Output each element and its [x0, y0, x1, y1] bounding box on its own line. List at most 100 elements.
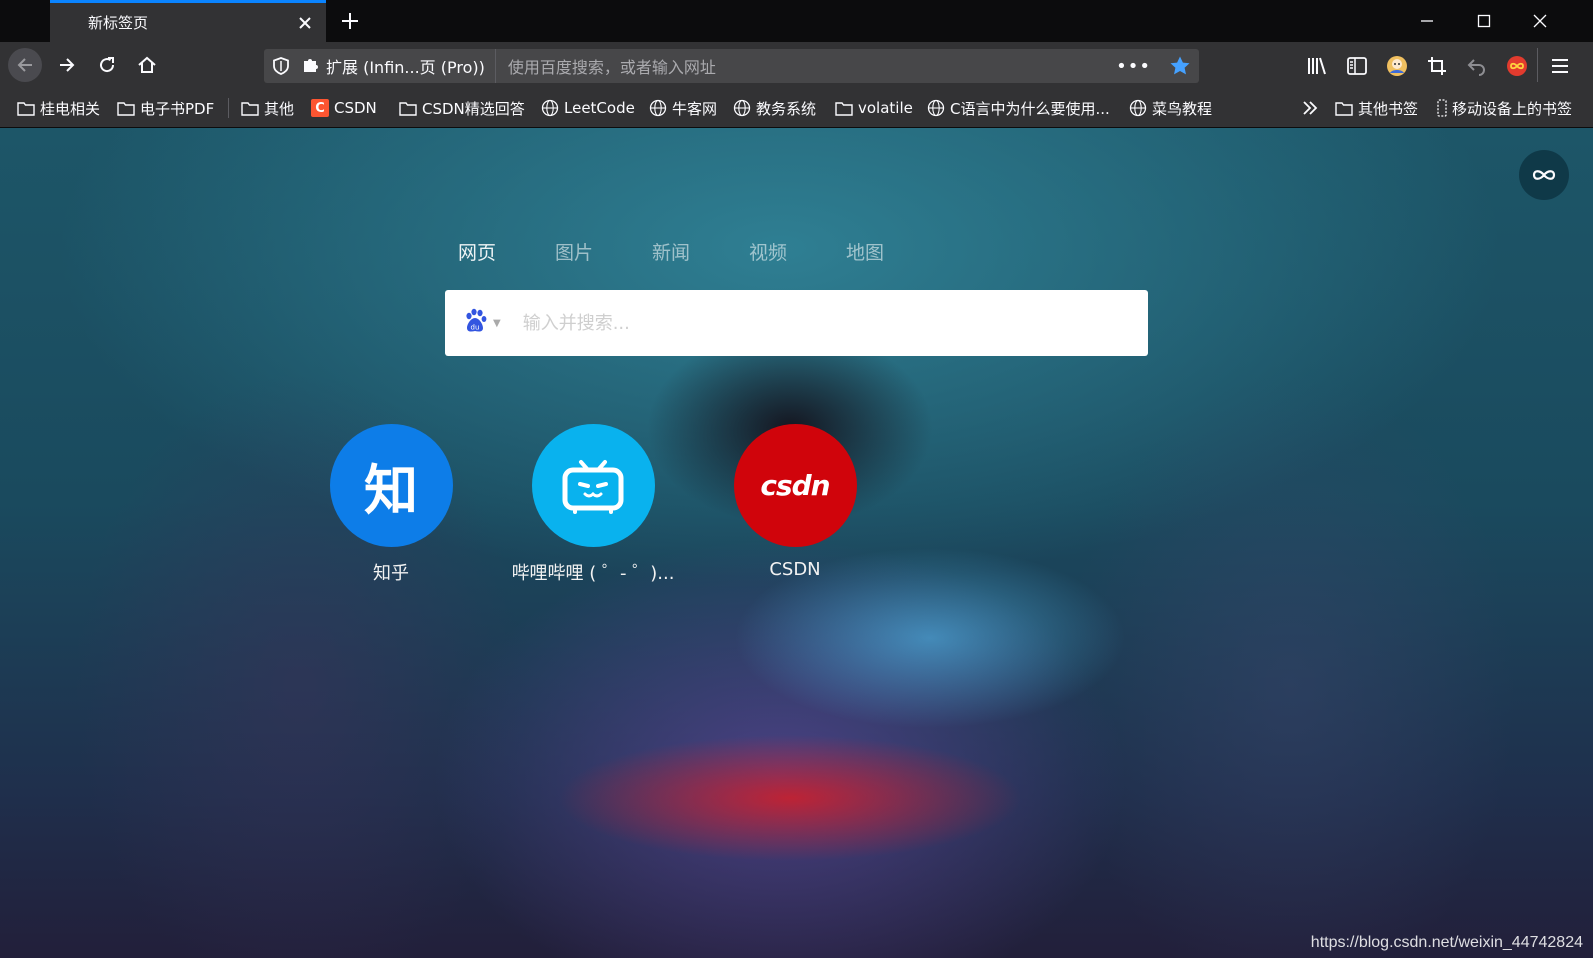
back-button[interactable]	[8, 48, 42, 82]
mobile-bookmarks-label: 移动设备上的书签	[1452, 99, 1573, 118]
bookmarks-overflow-button[interactable]	[1300, 96, 1324, 120]
crop-icon[interactable]	[1423, 52, 1451, 80]
bookmark-item[interactable]: 教务系统	[732, 96, 816, 120]
chevron-double-right-icon	[1300, 99, 1320, 117]
bookmark-label: 教务系统	[756, 99, 817, 118]
globe-icon	[540, 99, 560, 117]
tab-title: 新标签页	[88, 14, 149, 32]
globe-icon	[648, 99, 668, 117]
search-box: du ▼	[445, 290, 1148, 356]
bilibili-tv-icon	[531, 424, 655, 547]
globe-icon	[1128, 99, 1148, 117]
folder-icon	[834, 99, 854, 117]
url-bar[interactable]: 扩展 (Infin...页 (Pro)) 使用百度搜索，或者输入网址 •••	[264, 49, 1199, 83]
bookmark-label: LeetCode	[564, 99, 635, 117]
bookmark-label: CSDN精选回答	[422, 99, 525, 118]
shortcut-zhihu[interactable]: 知 知乎	[306, 424, 476, 585]
folder-icon	[240, 99, 260, 117]
arrow-left-icon	[17, 58, 32, 72]
new-tab-page: 网页 图片 新闻 视频 地图 du ▼ 知 知乎	[0, 128, 1593, 958]
bookmark-label: volatile	[858, 99, 913, 117]
folder-icon	[398, 99, 418, 117]
folder-icon	[1334, 99, 1354, 117]
menu-hamburger-icon[interactable]	[1546, 52, 1574, 80]
search-category-tabs: 网页 图片 新闻 视频 地图	[458, 238, 943, 265]
baidu-paw-icon: du	[463, 308, 487, 338]
extension-identity[interactable]: 扩展 (Infin...页 (Pro))	[294, 49, 496, 83]
search-engine-selector[interactable]: du ▼	[463, 308, 501, 338]
close-tab-icon[interactable]	[294, 12, 316, 34]
tab-map[interactable]: 地图	[846, 238, 943, 265]
other-bookmarks[interactable]: 其他书签	[1334, 96, 1418, 120]
bookmark-item[interactable]: C CSDN	[310, 96, 377, 120]
infinity-extension-icon[interactable]	[1503, 52, 1531, 80]
home-button[interactable]	[130, 48, 164, 82]
zhihu-logo-icon: 知	[329, 424, 453, 547]
csdn-logo-icon: csdn	[733, 424, 857, 547]
bookmark-item[interactable]: CSDN精选回答	[398, 96, 525, 120]
csdn-icon: C	[310, 99, 330, 117]
folder-icon	[16, 99, 36, 117]
svg-text:du: du	[471, 324, 480, 332]
infinity-menu-button[interactable]	[1519, 150, 1569, 200]
watermark-text: https://blog.csdn.net/weixin_44742824	[1310, 934, 1583, 951]
tab-new-tab[interactable]: 新标签页	[50, 0, 326, 42]
globe-icon	[926, 99, 946, 117]
bookmark-item[interactable]: C语言中为什么要使用...	[926, 96, 1110, 120]
bookmark-item[interactable]: 牛客网	[648, 96, 717, 120]
minimize-button[interactable]	[1399, 0, 1455, 42]
page-actions-icon[interactable]: •••	[1116, 56, 1151, 77]
undo-icon[interactable]	[1463, 52, 1491, 80]
tab-images[interactable]: 图片	[555, 238, 652, 265]
shortcut-label: 知乎	[373, 563, 409, 584]
folder-icon	[116, 99, 136, 117]
reload-button[interactable]	[90, 48, 124, 82]
extension-label: 扩展 (Infin...页 (Pro))	[326, 58, 485, 77]
maximize-button[interactable]	[1456, 0, 1512, 42]
bookmark-label: 桂电相关	[40, 99, 101, 118]
bookmark-label: CSDN	[334, 99, 377, 117]
infinity-icon	[1532, 170, 1556, 180]
puzzle-piece-icon	[302, 55, 320, 77]
forward-button[interactable]	[50, 48, 84, 82]
other-bookmarks-label: 其他书签	[1358, 99, 1419, 118]
globe-icon	[732, 99, 752, 117]
shortcut-label: 哔哩哔哩 ( ゜- ゜)...	[511, 563, 675, 584]
mobile-bookmarks[interactable]: 移动设备上的书签	[1436, 96, 1572, 120]
navigation-toolbar: 扩展 (Infin...页 (Pro)) 使用百度搜索，或者输入网址 •••	[0, 42, 1593, 88]
new-tab-button[interactable]	[336, 7, 364, 35]
close-window-button[interactable]	[1512, 0, 1568, 42]
shortcut-label: CSDN	[769, 559, 821, 580]
arrow-right-icon	[60, 58, 75, 72]
bookmark-separator	[228, 98, 229, 118]
bookmark-label: 牛客网	[672, 99, 718, 118]
bookmark-item[interactable]: 菜鸟教程	[1128, 96, 1212, 120]
bookmark-label: 电子书PDF	[140, 99, 215, 118]
bookmark-item[interactable]: 桂电相关	[16, 96, 100, 120]
profile-avatar-icon[interactable]	[1383, 52, 1411, 80]
tab-video[interactable]: 视频	[749, 238, 846, 265]
home-icon	[138, 56, 156, 73]
bookmarks-toolbar: 桂电相关 电子书PDF 其他 C CSDN CSDN精选回答 LeetCode …	[0, 88, 1593, 128]
reload-icon	[100, 57, 115, 73]
mobile-device-icon	[1436, 99, 1448, 117]
tab-news[interactable]: 新闻	[652, 238, 749, 265]
bookmark-item[interactable]: LeetCode	[540, 96, 635, 120]
bookmark-label: 其他	[264, 99, 295, 118]
shortcut-bilibili[interactable]: 哔哩哔哩 ( ゜- ゜)...	[508, 424, 678, 585]
bookmark-star-icon[interactable]	[1169, 55, 1191, 77]
bookmark-item[interactable]: 其他	[240, 96, 294, 120]
bookmark-item[interactable]: 电子书PDF	[116, 96, 214, 120]
search-input[interactable]	[520, 303, 1148, 343]
sidebar-icon[interactable]	[1343, 52, 1371, 80]
bookmark-item[interactable]: volatile	[834, 96, 913, 120]
url-input[interactable]: 使用百度搜索，或者输入网址	[508, 54, 1116, 78]
bookmark-label: 菜鸟教程	[1152, 99, 1213, 118]
tab-web[interactable]: 网页	[458, 238, 555, 265]
shortcut-csdn[interactable]: csdn CSDN	[710, 424, 880, 580]
toolbar-divider	[1537, 48, 1538, 82]
shield-icon[interactable]	[272, 56, 290, 80]
chevron-down-icon: ▼	[493, 317, 501, 329]
library-icon[interactable]	[1303, 52, 1331, 80]
tab-strip: 新标签页	[0, 0, 1593, 42]
